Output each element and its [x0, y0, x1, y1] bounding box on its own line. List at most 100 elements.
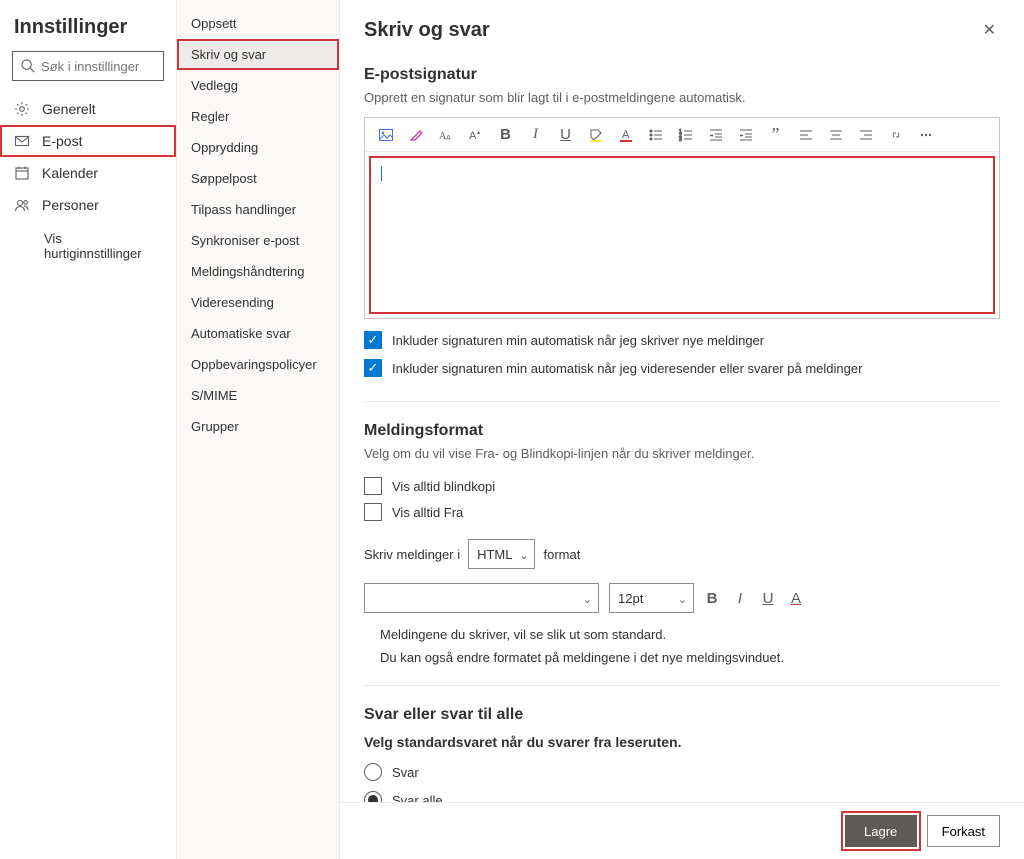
category-item[interactable]: Oppbevaringspolicyer [177, 349, 339, 380]
svg-text:A: A [469, 130, 477, 142]
quick-settings-link[interactable]: Vis hurtiginnstillinger [0, 221, 176, 271]
highlight-color-icon[interactable] [587, 126, 604, 143]
divider [364, 685, 1000, 686]
close-icon[interactable]: ✕ [979, 16, 1000, 44]
include-sig-reply-label: Inkluder signaturen min automatisk når j… [392, 361, 862, 376]
category-item[interactable]: Vedlegg [177, 70, 339, 101]
settings-sidebar: Innstillinger Generelt E-post Kalender Pers… [0, 0, 177, 859]
page-title: Skriv og svar [364, 19, 490, 42]
category-item[interactable]: Tilpass handlinger [177, 194, 339, 225]
align-center-icon[interactable] [827, 126, 844, 143]
divider [364, 401, 1000, 402]
include-sig-new-checkbox[interactable] [364, 331, 382, 349]
insert-image-icon[interactable] [377, 126, 394, 143]
nav-kalender[interactable]: Kalender [0, 157, 176, 189]
nav-label: Kalender [42, 165, 98, 181]
reply-desc: Velg standardsvaret når du svarer fra le… [364, 734, 1000, 750]
default-bold-button[interactable]: B [704, 590, 720, 607]
format-desc: Velg om du vil vise Fra- og Blindkopi-li… [364, 446, 1000, 461]
settings-category-list: OppsettSkriv og svarVedleggReglerOpprydd… [177, 0, 340, 859]
calendar-icon [14, 165, 30, 181]
default-italic-button[interactable]: I [732, 590, 748, 607]
format-info-1: Meldingene du skriver, vil se slik ut so… [364, 627, 1000, 642]
category-item[interactable]: Opprydding [177, 132, 339, 163]
show-bcc-checkbox[interactable] [364, 477, 382, 495]
search-icon [20, 58, 35, 73]
include-sig-reply-checkbox[interactable] [364, 359, 382, 377]
default-font-color-button[interactable]: A [788, 590, 804, 607]
chevron-down-icon: ⌄ [583, 593, 592, 606]
settings-title: Innstillinger [0, 10, 176, 51]
category-item[interactable]: Synkroniser e-post [177, 225, 339, 256]
compose-format-value: HTML [477, 547, 512, 562]
default-fontsize-select[interactable]: 12pt ⌄ [609, 583, 694, 613]
nav-label: Generelt [42, 101, 96, 117]
category-item[interactable]: Videresending [177, 287, 339, 318]
reply-radio[interactable] [364, 763, 382, 781]
category-item[interactable]: Skriv og svar [177, 39, 339, 70]
compose-post-label: format [543, 547, 580, 562]
font-color-icon[interactable]: A [617, 126, 634, 143]
category-item[interactable]: Grupper [177, 411, 339, 442]
nav-generelt[interactable]: Generelt [0, 93, 176, 125]
svg-text:3: 3 [679, 137, 682, 143]
align-left-icon[interactable] [797, 126, 814, 143]
category-item[interactable]: Oppsett [177, 8, 339, 39]
chevron-down-icon: ⌄ [519, 549, 528, 562]
underline-icon[interactable]: U [557, 126, 574, 143]
svg-text:A: A [446, 135, 451, 142]
compose-format-select[interactable]: HTML ⌄ [468, 539, 535, 569]
reply-label: Svar [392, 765, 419, 780]
nav-personer[interactable]: Personer [0, 189, 176, 221]
editor-toolbar: AA A▴ B I U A 123 ” [365, 118, 999, 152]
category-item[interactable]: Søppelpost [177, 163, 339, 194]
outdent-icon[interactable] [707, 126, 724, 143]
italic-icon[interactable]: I [527, 126, 544, 143]
link-icon[interactable] [887, 126, 904, 143]
save-button[interactable]: Lagre [845, 815, 917, 847]
format-info-2: Du kan også endre formatet på meldingene… [364, 650, 1000, 665]
quote-icon[interactable]: ” [767, 126, 784, 143]
signature-editor: AA A▴ B I U A 123 ” [364, 117, 1000, 319]
compose-pre-label: Skriv meldinger i [364, 547, 460, 562]
nav-label: E-post [42, 133, 82, 149]
signature-textarea[interactable] [373, 160, 991, 310]
signature-desc: Opprett en signatur som blir lagt til i … [364, 90, 1000, 105]
svg-text:▴: ▴ [477, 130, 480, 136]
svg-text:A: A [622, 129, 630, 141]
category-item[interactable]: Meldingshåndtering [177, 256, 339, 287]
reply-all-radio[interactable] [364, 791, 382, 802]
show-from-label: Vis alltid Fra [392, 505, 463, 520]
default-underline-button[interactable]: U [760, 590, 776, 607]
main-panel: Skriv og svar ✕ E-postsignatur Opprett e… [340, 0, 1024, 859]
highlighter-icon[interactable] [407, 126, 424, 143]
category-item[interactable]: S/MIME [177, 380, 339, 411]
default-font-select[interactable]: ⌄ [364, 583, 599, 613]
signature-heading: E-postsignatur [364, 66, 1000, 84]
indent-icon[interactable] [737, 126, 754, 143]
numbering-icon[interactable]: 123 [677, 126, 694, 143]
show-bcc-label: Vis alltid blindkopi [392, 479, 495, 494]
mail-icon [14, 133, 30, 149]
discard-button[interactable]: Forkast [927, 815, 1000, 847]
category-item[interactable]: Regler [177, 101, 339, 132]
format-heading: Meldingsformat [364, 422, 1000, 440]
bold-icon[interactable]: B [497, 126, 514, 143]
nav-epost[interactable]: E-post [0, 125, 176, 157]
font-family-icon[interactable]: AA [437, 126, 454, 143]
bullets-icon[interactable] [647, 126, 664, 143]
chevron-down-icon: ⌄ [678, 593, 687, 606]
default-fontsize-value: 12pt [618, 591, 643, 606]
show-from-checkbox[interactable] [364, 503, 382, 521]
more-icon[interactable] [917, 126, 934, 143]
category-item[interactable]: Automatiske svar [177, 318, 339, 349]
include-sig-new-label: Inkluder signaturen min automatisk når j… [392, 333, 764, 348]
gear-icon [14, 101, 30, 117]
align-right-icon[interactable] [857, 126, 874, 143]
footer-actions: Lagre Forkast [340, 802, 1024, 859]
reply-heading: Svar eller svar til alle [364, 706, 1000, 724]
main-scroll-area[interactable]: E-postsignatur Opprett en signatur som b… [340, 52, 1024, 802]
font-size-icon[interactable]: A▴ [467, 126, 484, 143]
nav-label: Personer [42, 197, 99, 213]
people-icon [14, 197, 30, 213]
